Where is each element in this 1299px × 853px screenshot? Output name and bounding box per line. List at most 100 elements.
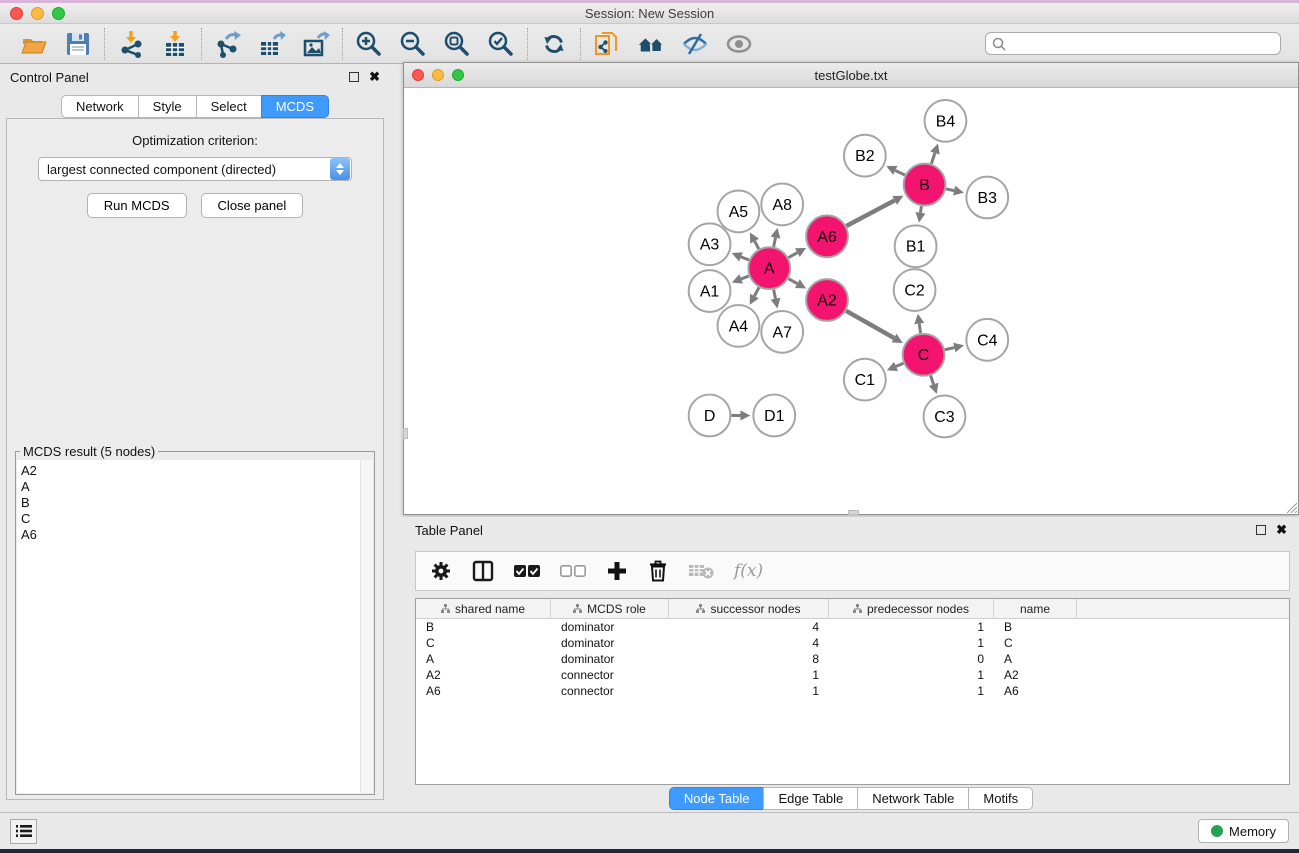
graph-edge-A2-C[interactable] [846, 311, 903, 343]
graph-edge-A-A7[interactable] [771, 290, 781, 309]
home-icon[interactable] [637, 30, 665, 58]
tab-motifs[interactable]: Motifs [968, 787, 1033, 810]
table-row[interactable]: Bdominator41B [416, 619, 1289, 635]
gear-icon[interactable] [430, 558, 452, 584]
zoom-fit-icon[interactable] [443, 30, 471, 58]
table-row[interactable]: Cdominator41C [416, 635, 1289, 651]
search-input[interactable] [1010, 37, 1274, 51]
tab-select[interactable]: Select [196, 95, 261, 118]
table-cell[interactable]: A6 [994, 684, 1077, 698]
graph-node-D[interactable]: D [689, 395, 731, 437]
graph-edge-C-C1[interactable] [887, 362, 904, 371]
graph-node-A3[interactable]: A3 [689, 223, 731, 265]
resize-grip-icon[interactable] [1283, 499, 1297, 513]
column-header-successor-nodes[interactable]: successor nodes [669, 599, 829, 618]
tab-style[interactable]: Style [138, 95, 196, 118]
table-row[interactable]: A6connector11A6 [416, 683, 1289, 699]
show-eye-icon[interactable] [725, 30, 753, 58]
graph-edge-A-A2[interactable] [788, 279, 806, 289]
column-header-name[interactable]: name [994, 599, 1077, 618]
graph-node-A6[interactable]: A6 [806, 215, 848, 257]
graph-edge-B-B1[interactable] [916, 206, 926, 222]
tab-edge-table[interactable]: Edge Table [763, 787, 857, 810]
zoom-out-icon[interactable] [399, 30, 427, 58]
float-table-panel-icon[interactable] [1256, 525, 1266, 535]
graph-edge-C-C4[interactable] [945, 343, 964, 353]
delete-column-icon[interactable] [648, 558, 668, 584]
mcds-result-item[interactable]: A2 [21, 463, 373, 479]
export-image-icon[interactable] [302, 30, 330, 58]
scrollbar-track[interactable] [360, 460, 373, 793]
table-cell[interactable]: A6 [416, 684, 551, 698]
tab-node-table[interactable]: Node Table [669, 787, 764, 810]
graph-edge-B-B2[interactable] [886, 166, 904, 175]
new-session-network-icon[interactable] [593, 30, 621, 58]
mcds-result-list[interactable]: A2ABCA6 [17, 460, 373, 793]
graph-node-B4[interactable]: B4 [925, 100, 967, 142]
graph-edge-B-B3[interactable] [946, 186, 964, 196]
table-cell[interactable]: 1 [829, 620, 994, 634]
import-network-icon[interactable] [117, 30, 145, 58]
table-row[interactable]: Adominator80A [416, 651, 1289, 667]
open-session-icon[interactable] [20, 30, 48, 58]
columns-icon[interactable] [472, 558, 494, 584]
tab-mcds[interactable]: MCDS [261, 95, 329, 118]
graph-node-B2[interactable]: B2 [844, 135, 886, 177]
add-column-icon[interactable] [606, 558, 628, 584]
table-cell[interactable]: 4 [669, 620, 829, 634]
table-cell[interactable]: 1 [829, 636, 994, 650]
table-cell[interactable]: 1 [829, 684, 994, 698]
save-session-icon[interactable] [64, 30, 92, 58]
table-cell[interactable]: B [416, 620, 551, 634]
graph-svg[interactable]: B4B2BB3A5A8A6A3B1AA1C2A2A4A7CC4C1C3DD1 [404, 88, 1298, 514]
table-cell[interactable]: A [994, 652, 1077, 666]
table-cell[interactable]: dominator [551, 620, 669, 634]
graph-node-A1[interactable]: A1 [689, 270, 731, 312]
memory-button[interactable]: Memory [1198, 819, 1289, 843]
split-handle-left[interactable] [403, 428, 408, 439]
table-cell[interactable]: A [416, 652, 551, 666]
graph-edge-C-C3[interactable] [929, 375, 938, 393]
optimization-criterion-select[interactable]: largest connected component (directed) [38, 157, 352, 181]
table-cell[interactable]: dominator [551, 636, 669, 650]
tab-network[interactable]: Network [61, 95, 138, 118]
search-box[interactable] [985, 32, 1281, 55]
graph-node-A4[interactable]: A4 [718, 305, 760, 347]
graph-node-C1[interactable]: C1 [844, 359, 886, 401]
mcds-result-item[interactable]: B [21, 495, 373, 511]
table-cell[interactable]: C [994, 636, 1077, 650]
column-header-MCDS-role[interactable]: MCDS role [551, 599, 669, 618]
import-table-icon[interactable] [161, 30, 189, 58]
run-mcds-button[interactable]: Run MCDS [87, 193, 187, 218]
table-cell[interactable]: 4 [669, 636, 829, 650]
close-panel-button[interactable]: Close panel [201, 193, 304, 218]
graph-edge-B-B4[interactable] [930, 144, 939, 164]
table-cell[interactable]: 1 [829, 668, 994, 682]
graph-edge-A-A4[interactable] [750, 287, 759, 304]
float-panel-icon[interactable] [349, 72, 359, 82]
network-canvas[interactable]: B4B2BB3A5A8A6A3B1AA1C2A2A4A7CC4C1C3DD1 [404, 88, 1298, 514]
hide-panel-icon[interactable] [681, 30, 709, 58]
split-handle-bottom[interactable] [848, 510, 859, 515]
table-cell[interactable]: A2 [416, 668, 551, 682]
table-cell[interactable]: C [416, 636, 551, 650]
graph-edge-D-D1[interactable] [731, 410, 750, 420]
graph-edge-C-C2[interactable] [914, 314, 924, 333]
deselect-all-icon[interactable] [560, 558, 586, 584]
table-cell[interactable]: connector [551, 668, 669, 682]
task-history-button[interactable] [10, 819, 37, 844]
column-header-shared-name[interactable]: shared name [416, 599, 551, 618]
table-cell[interactable]: 0 [829, 652, 994, 666]
function-builder-icon[interactable]: f(x) [734, 558, 763, 584]
select-all-icon[interactable] [514, 558, 540, 584]
graph-edge-A6-B[interactable] [846, 196, 903, 226]
graph-edge-A-A1[interactable] [732, 274, 749, 283]
zoom-in-icon[interactable] [355, 30, 383, 58]
zoom-selected-icon[interactable] [487, 30, 515, 58]
close-table-panel-icon[interactable]: ✖ [1276, 525, 1287, 535]
graph-node-C2[interactable]: C2 [894, 269, 936, 311]
table-cell[interactable]: 1 [669, 684, 829, 698]
export-network-icon[interactable] [214, 30, 242, 58]
network-window-titlebar[interactable]: testGlobe.txt [404, 63, 1298, 88]
table-cell[interactable]: connector [551, 684, 669, 698]
